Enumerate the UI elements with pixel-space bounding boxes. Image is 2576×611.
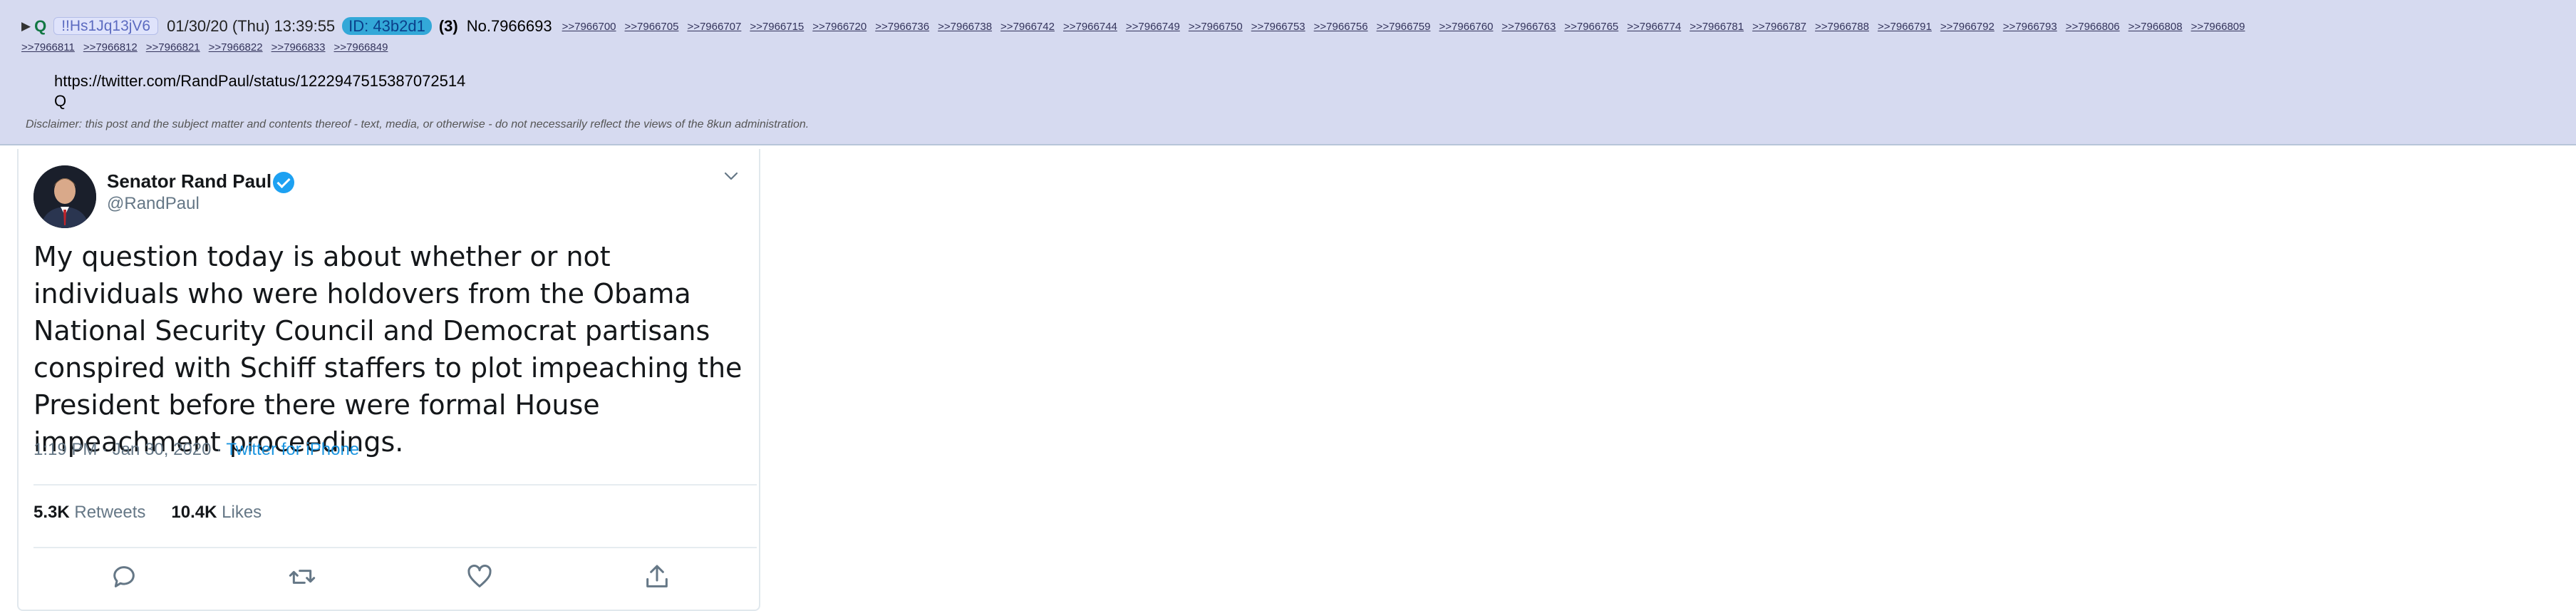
reply-link[interactable]: >>7966715 — [750, 21, 804, 33]
expand-triangle-icon[interactable]: ▶ — [21, 19, 31, 33]
post-body-url: https://twitter.com/RandPaul/status/1222… — [54, 72, 466, 90]
post-body: https://twitter.com/RandPaul/status/1222… — [54, 71, 465, 111]
reply-link[interactable]: >>7966809 — [2191, 21, 2245, 33]
reply-link[interactable]: >>7966811 — [21, 41, 75, 53]
reply-link[interactable]: >>7966753 — [1251, 21, 1305, 33]
reply-link[interactable]: >>7966787 — [1752, 21, 1806, 33]
reply-link[interactable]: >>7966760 — [1439, 21, 1494, 33]
reply-link[interactable]: >>7966791 — [1878, 21, 1932, 33]
reply-link[interactable]: >>7966705 — [625, 21, 679, 33]
poster-post-count: (3) — [438, 17, 458, 36]
likes-stat[interactable]: 10.4K Likes — [171, 503, 262, 522]
post-datetime: 01/30/20 (Thu) 13:39:55 — [167, 17, 336, 36]
like-heart-icon[interactable] — [465, 563, 494, 591]
poster-name: Q — [34, 17, 47, 36]
reply-link[interactable]: >>7966738 — [938, 21, 992, 33]
reply-link[interactable]: >>7966821 — [146, 41, 200, 53]
retweets-label: Retweets — [74, 503, 146, 522]
avatar[interactable] — [33, 165, 96, 228]
post-header: ▶ Q !!Hs1Jq13jV6 01/30/20 (Thu) 13:39:55 ID:… — [21, 16, 2558, 58]
reply-link[interactable]: >>7966793 — [2003, 21, 2057, 33]
reply-link[interactable]: >>7966765 — [1564, 21, 1618, 33]
reply-link[interactable]: >>7966763 — [1501, 21, 1556, 33]
verified-badge-icon — [273, 172, 294, 193]
reply-link[interactable]: >>7966808 — [2128, 21, 2183, 33]
reply-link[interactable]: >>7966744 — [1063, 21, 1117, 33]
reply-link[interactable]: >>7966707 — [687, 21, 741, 33]
reply-link[interactable]: >>7966781 — [1690, 21, 1744, 33]
reply-links-row-1: >>7966700 >>7966705 >>7966707 >>7966715 >>79… — [562, 17, 2254, 35]
tweet-source-link[interactable]: Twitter for iPhone — [226, 440, 359, 459]
tweet-stats: 5.3K Retweets 10.4K Likes — [33, 503, 262, 523]
tweet-meta: 1:19 PM · Jan 30, 2020 · Twitter for iPh… — [33, 440, 359, 460]
likes-count: 10.4K — [171, 503, 217, 522]
reply-link[interactable]: >>7966736 — [875, 21, 929, 33]
reply-links-row-2: >>7966811 >>7966812 >>7966821 >>7966822 >>79… — [21, 37, 2558, 58]
embedded-tweet: Senator Rand Paul @RandPaul My question … — [17, 149, 760, 611]
reply-link[interactable]: >>7966750 — [1189, 21, 1243, 33]
divider — [33, 547, 757, 548]
retweets-stat[interactable]: 5.3K Retweets — [33, 503, 145, 522]
reply-link[interactable]: >>7966792 — [1940, 21, 1995, 33]
likes-label: Likes — [222, 503, 262, 522]
tweet-text: My question today is about whether or no… — [33, 241, 743, 458]
reply-link[interactable]: >>7966849 — [334, 41, 388, 53]
poster-id-badge[interactable]: ID: 43b2d1 — [342, 17, 432, 36]
reply-link[interactable]: >>7966806 — [2066, 21, 2120, 33]
reply-icon[interactable] — [110, 563, 138, 591]
chevron-down-icon[interactable] — [723, 168, 740, 185]
reply-link[interactable]: >>7966833 — [271, 41, 326, 53]
poster-tripcode[interactable]: !!Hs1Jq13jV6 — [53, 17, 159, 36]
divider — [33, 484, 757, 486]
reply-link[interactable]: >>7966749 — [1126, 21, 1180, 33]
reply-link[interactable]: >>7966759 — [1377, 21, 1431, 33]
reply-link[interactable]: >>7966774 — [1627, 21, 1681, 33]
tweet-handle[interactable]: @RandPaul — [107, 194, 200, 214]
reply-link[interactable]: >>7966742 — [1000, 21, 1055, 33]
retweet-icon[interactable] — [288, 563, 316, 591]
reply-link[interactable]: >>7966822 — [209, 41, 263, 53]
reply-link[interactable]: >>7966700 — [562, 21, 616, 33]
reply-link[interactable]: >>7966788 — [1815, 21, 1869, 33]
post-body-signature: Q — [54, 92, 67, 110]
reply-link[interactable]: >>7966756 — [1314, 21, 1368, 33]
imageboard-post: ▶ Q !!Hs1Jq13jV6 01/30/20 (Thu) 13:39:55 ID:… — [0, 0, 2576, 145]
tweet-timestamp[interactable]: 1:19 PM · Jan 30, 2020 · — [33, 440, 226, 459]
reply-link[interactable]: >>7966812 — [83, 41, 138, 53]
reply-link[interactable]: >>7966720 — [812, 21, 867, 33]
share-icon[interactable] — [643, 563, 671, 591]
post-number[interactable]: No.7966693 — [467, 17, 552, 35]
tweet-display-name[interactable]: Senator Rand Paul — [107, 170, 271, 192]
post-disclaimer: Disclaimer: this post and the subject ma… — [26, 118, 809, 130]
retweets-count: 5.3K — [33, 503, 70, 522]
post-header-line-1: ▶ Q !!Hs1Jq13jV6 01/30/20 (Thu) 13:39:55 ID:… — [21, 16, 2558, 37]
